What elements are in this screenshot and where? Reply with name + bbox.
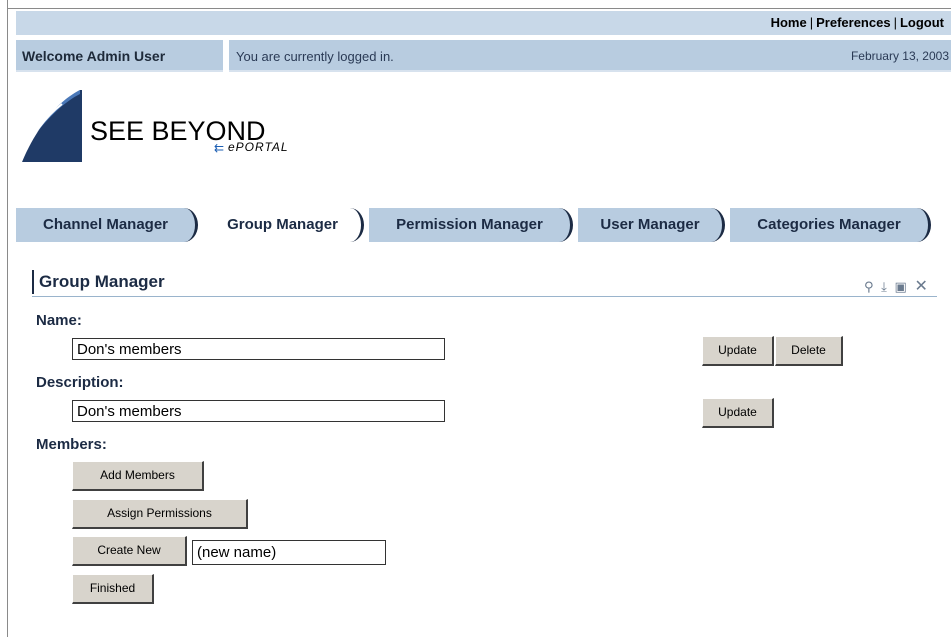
update-name-button[interactable]: Update	[702, 336, 774, 366]
home-link[interactable]: Home	[771, 15, 807, 30]
name-label: Name:	[36, 312, 82, 329]
tab-categories-manager[interactable]: Categories Manager	[730, 208, 931, 242]
window-frame-top	[7, 8, 951, 9]
tab-group-manager[interactable]: Group Manager	[204, 208, 364, 242]
assign-permissions-button[interactable]: Assign Permissions	[72, 499, 248, 529]
finished-button[interactable]: Finished	[72, 574, 154, 604]
top-links: Home | Preferences | Logout	[771, 15, 944, 30]
portlet-controls: ⚲ ⤓ ▣ ✕	[860, 276, 928, 296]
update-description-button[interactable]: Update	[702, 398, 774, 428]
tab-permission-manager[interactable]: Permission Manager	[369, 208, 573, 242]
description-field[interactable]	[72, 400, 445, 422]
search-icon[interactable]: ⚲	[864, 279, 874, 294]
current-date: February 13, 2003	[850, 49, 949, 63]
preferences-link[interactable]: Preferences	[816, 15, 890, 30]
close-icon[interactable]: ✕	[914, 278, 927, 295]
members-label: Members:	[36, 436, 107, 453]
title-divider	[32, 296, 937, 297]
link-separator: |	[893, 15, 897, 30]
add-members-button[interactable]: Add Members	[72, 461, 204, 491]
edit-icon[interactable]: ▣	[895, 279, 907, 294]
description-label: Description:	[36, 374, 124, 391]
tab-bar: Channel Manager Group Manager Permission…	[16, 208, 951, 242]
logo-arrow-icon: ⇇	[214, 141, 225, 155]
logo-swoosh-icon	[19, 90, 82, 165]
tab-channel-manager[interactable]: Channel Manager	[16, 208, 198, 242]
name-field[interactable]	[72, 338, 445, 360]
create-new-button[interactable]: Create New	[72, 536, 187, 566]
welcome-user: Welcome Admin User	[16, 40, 223, 72]
delete-button[interactable]: Delete	[775, 336, 843, 366]
page-title: Group Manager	[32, 270, 165, 294]
top-bar: Home | Preferences | Logout	[16, 11, 951, 35]
status-cell: You are currently logged in. February 13…	[229, 40, 951, 72]
seebeyond-logo: SEE BEYOND ⇇ ePORTAL	[18, 88, 438, 168]
link-separator: |	[809, 15, 814, 30]
logout-link[interactable]: Logout	[900, 15, 944, 30]
tab-user-manager[interactable]: User Manager	[578, 208, 725, 242]
window-frame-left	[7, 0, 8, 637]
welcome-bar: Welcome Admin User You are currently log…	[16, 40, 951, 72]
download-icon[interactable]: ⤓	[881, 279, 887, 294]
login-status: You are currently logged in.	[236, 49, 394, 64]
new-name-field[interactable]	[192, 540, 386, 565]
logo-subtext: ePORTAL	[228, 140, 289, 154]
